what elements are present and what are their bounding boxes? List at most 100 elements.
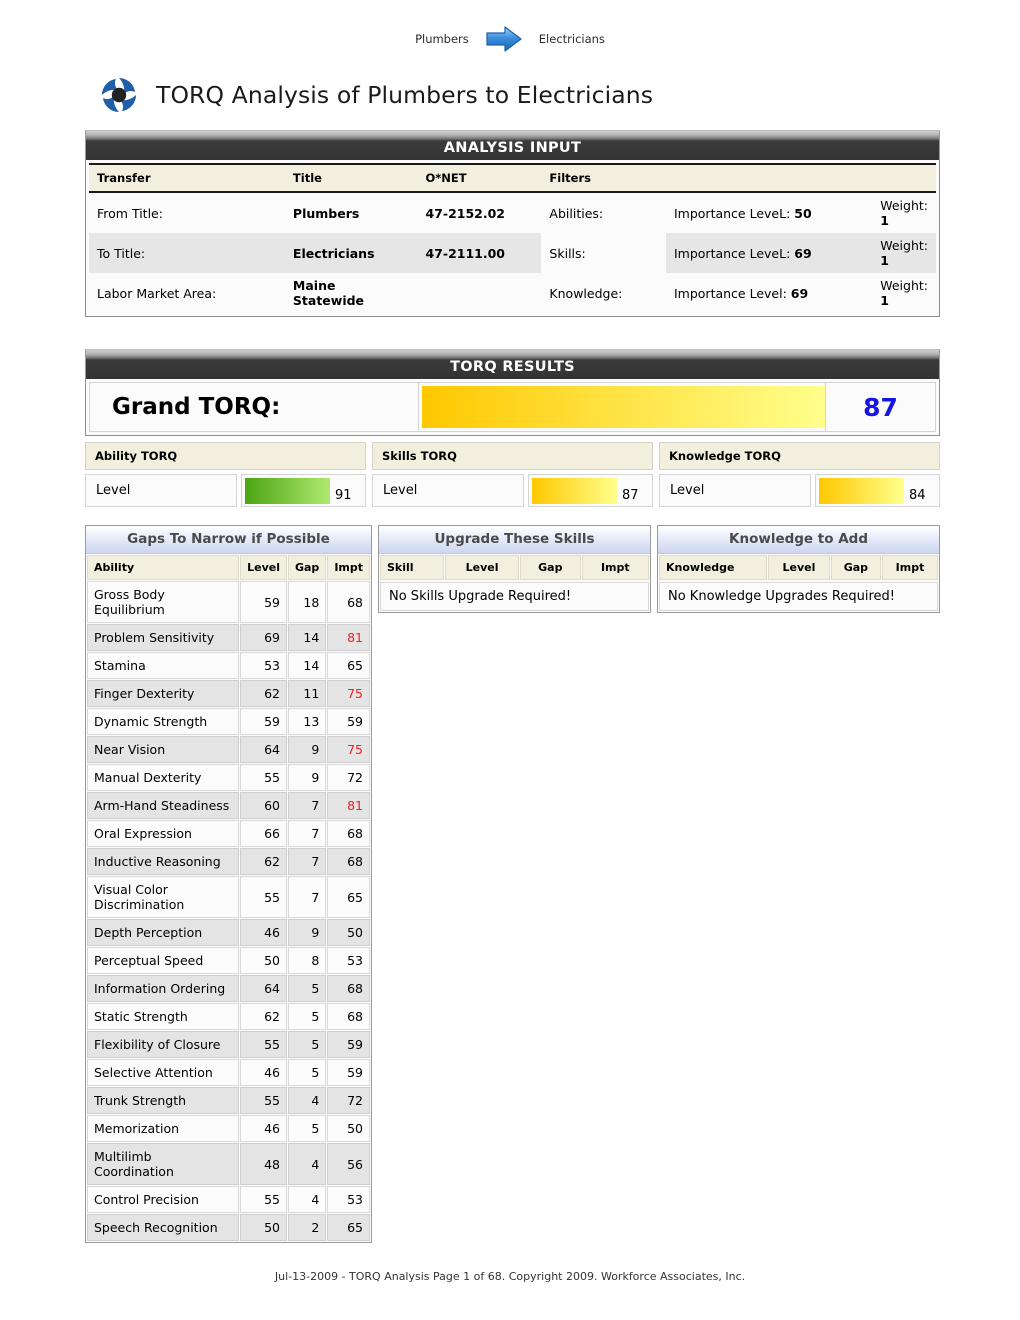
ability-name: Control Precision	[87, 1186, 240, 1213]
ability-torq-level-label: Level	[85, 474, 237, 507]
grand-torq-bar-cell	[419, 382, 826, 432]
ability-level: 62	[240, 848, 287, 875]
ability-level: 50	[240, 1214, 287, 1241]
gaps-header-row: Ability Level Gap Impt	[87, 555, 370, 580]
ability-name: Dynamic Strength	[87, 708, 240, 735]
skills-table: Skill Level Gap Impt	[379, 554, 650, 581]
breadcrumb-to: Electricians	[538, 32, 605, 46]
ability-gap: 8	[287, 947, 327, 974]
ability-name: Speech Recognition	[87, 1214, 240, 1241]
ability-gap: 14	[287, 652, 327, 679]
ability-name: Depth Perception	[87, 919, 240, 946]
skills-panel: Upgrade These Skills Skill Level Gap Imp…	[378, 525, 651, 613]
ability-impt: 75	[327, 680, 370, 707]
table-row: Inductive Reasoning 62 7 68	[87, 848, 370, 875]
ability-torq-title: Ability TORQ	[85, 442, 366, 470]
analysis-input-header-row: Transfer Title O*NET Filters	[89, 163, 936, 193]
filter-skills-label: Skills:	[549, 245, 586, 261]
table-row: Oral Expression 66 7 68	[87, 820, 370, 847]
torq-results-box: Grand TORQ: 87	[85, 379, 940, 436]
ability-level: 64	[240, 736, 287, 763]
ability-impt: 75	[327, 736, 370, 763]
knowledge-torq-bar	[819, 478, 904, 504]
right-arrow-icon	[483, 24, 525, 54]
ability-impt: 68	[327, 848, 370, 875]
ability-gap: 5	[287, 1059, 327, 1086]
ability-name: Manual Dexterity	[87, 764, 240, 791]
ability-impt: 50	[327, 1115, 370, 1142]
torq-results-panel: TORQ RESULTS Grand TORQ: 87 Ability TORQ…	[85, 349, 940, 507]
skills-col-skill: Skill	[380, 555, 445, 580]
ability-name: Near Vision	[87, 736, 240, 763]
ability-name: Problem Sensitivity	[87, 624, 240, 651]
ability-gap: 2	[287, 1214, 327, 1241]
to-title-label: To Title:	[89, 233, 285, 273]
knowledge-panel: Knowledge to Add Knowledge Level Gap Imp…	[657, 525, 940, 613]
to-title-value: Electricians	[284, 233, 418, 273]
skills-torq-bar	[532, 478, 617, 504]
table-row: Selective Attention 46 5 59	[87, 1059, 370, 1086]
page-footer: Jul-13-2009 - TORQ Analysis Page 1 of 68…	[274, 1270, 746, 1283]
ability-level: 46	[240, 1115, 287, 1142]
ability-level: 55	[240, 1031, 287, 1058]
skills-torq-score: 87	[622, 488, 639, 503]
ability-gap: 7	[287, 848, 327, 875]
grand-torq-score: 87	[826, 382, 936, 432]
ability-name: Information Ordering	[87, 975, 240, 1002]
ability-gap: 5	[287, 975, 327, 1002]
skills-col-impt: Impt	[581, 555, 649, 580]
ability-gap: 4	[287, 1087, 327, 1114]
ability-name: Gross Body Equilibrium	[87, 581, 240, 623]
knowledge-header-row: Knowledge Level Gap Impt	[659, 555, 938, 580]
ability-name: Static Strength	[87, 1003, 240, 1030]
analysis-input-row: From Title: Plumbers 47-2152.02 Abilitie…	[89, 192, 936, 233]
filter-knowledge-weight: Weight: 1	[880, 278, 928, 308]
gaps-col-gap: Gap	[287, 555, 327, 580]
ability-impt: 72	[327, 764, 370, 791]
ability-level: 55	[240, 1186, 287, 1213]
table-row: Problem Sensitivity 69 14 81	[87, 624, 370, 651]
filter-knowledge-importance: Importance Level: 69	[673, 285, 809, 301]
table-row: Control Precision 55 4 53	[87, 1186, 370, 1213]
page-title: TORQ Analysis of Plumbers to Electrician…	[156, 81, 654, 109]
ability-name: Trunk Strength	[87, 1087, 240, 1114]
ability-impt: 65	[327, 876, 370, 918]
gaps-col-impt: Impt	[327, 555, 370, 580]
ability-level: 64	[240, 975, 287, 1002]
skills-torq-level-label: Level	[372, 474, 524, 507]
table-row: Visual Color Discrimination 55 7 65	[87, 876, 370, 918]
filter-skills-weight: Weight: 1	[872, 233, 936, 273]
table-row: Trunk Strength 55 4 72	[87, 1087, 370, 1114]
ability-gap: 7	[287, 820, 327, 847]
analysis-input-box: Transfer Title O*NET Filters From Title:…	[85, 160, 940, 317]
ability-gap: 9	[287, 919, 327, 946]
col-header-filters: Filters	[541, 163, 936, 193]
skills-header-row: Skill Level Gap Impt	[380, 555, 649, 580]
torq-results-band-label: TORQ RESULTS	[450, 358, 575, 375]
ability-gap: 18	[287, 581, 327, 623]
labor-market-area-value: Maine Statewide	[292, 278, 365, 308]
ability-name: Flexibility of Closure	[87, 1031, 240, 1058]
knowledge-col-knowledge: Knowledge	[659, 555, 768, 580]
skills-col-gap: Gap	[520, 555, 581, 580]
skills-torq-bar-box: 87	[528, 474, 653, 507]
ability-impt: 56	[327, 1143, 370, 1185]
filter-skills-importance: Importance LeveL: 69	[665, 233, 873, 273]
skills-torq-title: Skills TORQ	[372, 442, 653, 470]
col-header-transfer: Transfer	[89, 163, 285, 193]
ability-level: 59	[240, 581, 287, 623]
table-row: Information Ordering 64 5 68	[87, 975, 370, 1002]
ability-name: Selective Attention	[87, 1059, 240, 1086]
ability-impt: 68	[327, 1003, 370, 1030]
ability-impt: 53	[327, 947, 370, 974]
table-row: Depth Perception 46 9 50	[87, 919, 370, 946]
grand-torq-label: Grand TORQ:	[89, 382, 419, 432]
col-header-title: Title	[284, 163, 418, 193]
ability-torq-panel: Ability TORQ Level 91	[85, 442, 366, 507]
gaps-section-title: Gaps To Narrow if Possible	[86, 526, 371, 554]
knowledge-col-level: Level	[768, 555, 830, 580]
knowledge-torq-score: 84	[909, 488, 926, 503]
gaps-col-level: Level	[240, 555, 287, 580]
ability-gap: 7	[287, 876, 327, 918]
table-row: Gross Body Equilibrium 59 18 68	[87, 581, 370, 623]
